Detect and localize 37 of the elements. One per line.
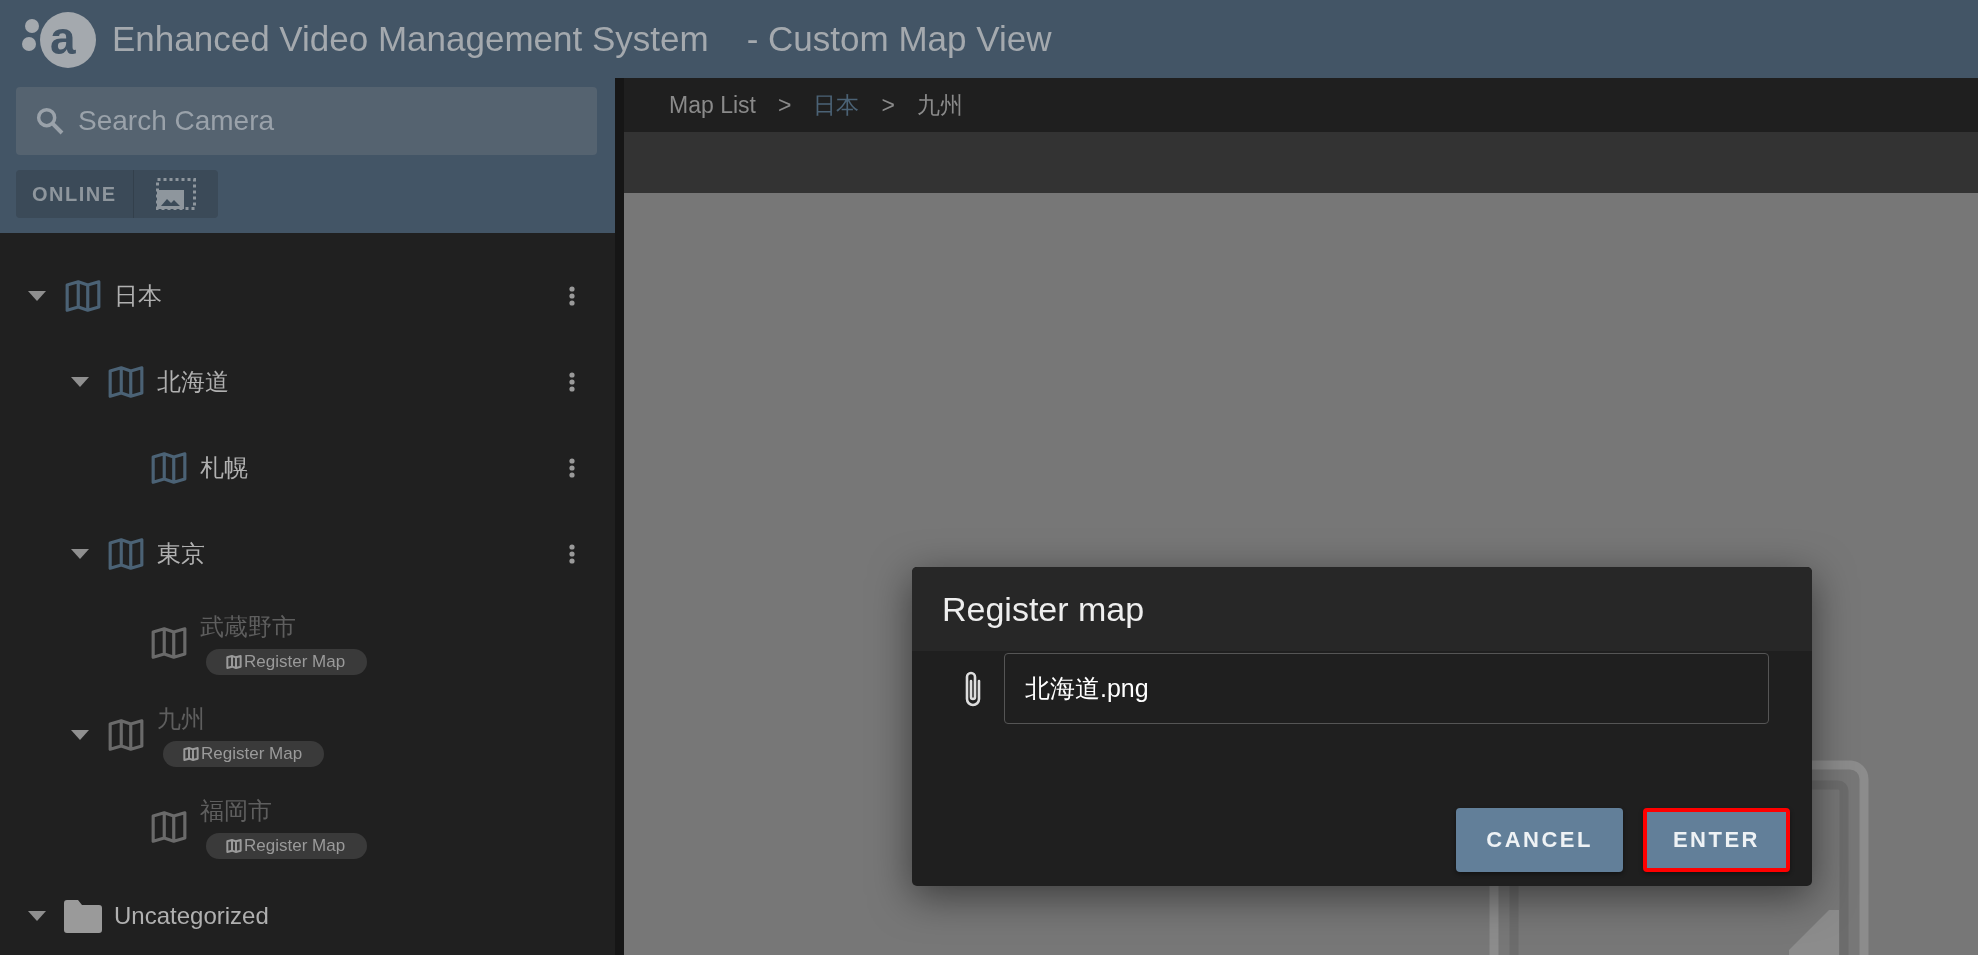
more-options-icon[interactable] <box>569 286 575 306</box>
page-subtitle: - Custom Map View <box>746 19 1052 59</box>
register-map-button[interactable]: Register Map <box>206 649 368 675</box>
breadcrumb-text: 九州 <box>916 90 963 120</box>
tree-item-label[interactable]: 東京 <box>157 538 205 570</box>
tree-item-label[interactable]: 札幌 <box>200 452 248 484</box>
caret-icon[interactable] <box>28 291 46 301</box>
caret-icon[interactable] <box>71 549 89 559</box>
more-options-icon[interactable] <box>569 458 575 478</box>
register-map-button[interactable]: Register Map <box>206 833 368 859</box>
tree-item-label[interactable]: 日本 <box>114 280 162 312</box>
breadcrumb-text: Map List <box>669 91 756 119</box>
tree-item-label[interactable]: 北海道 <box>157 366 229 398</box>
map-icon <box>183 746 199 762</box>
map-icon <box>226 654 242 670</box>
image-icon <box>155 178 196 210</box>
app-title: Enhanced Video Management System <box>112 19 709 59</box>
search-field[interactable]: Search Camera <box>16 87 597 155</box>
enter-button[interactable]: ENTER <box>1642 808 1790 872</box>
breadcrumb-text: > <box>881 91 895 119</box>
caret-icon[interactable] <box>28 911 46 921</box>
register-map-button[interactable]: Register Map <box>163 741 325 767</box>
tree-item-label[interactable]: 武蔵野市 <box>200 611 296 643</box>
tree-item-label[interactable]: Uncategorized <box>114 902 269 930</box>
breadcrumb-link[interactable]: 日本 <box>813 89 860 121</box>
search-icon <box>34 105 66 137</box>
more-options-icon[interactable] <box>569 372 575 392</box>
cancel-button[interactable]: CANCEL <box>1456 808 1623 872</box>
dialog-title: Register map <box>942 589 1145 629</box>
more-options-icon[interactable] <box>569 544 575 564</box>
breadcrumb-text: > <box>777 91 792 119</box>
tree-item-label[interactable]: 九州 <box>157 703 205 735</box>
tree-item-label[interactable]: 福岡市 <box>200 795 272 827</box>
caret-icon[interactable] <box>71 377 89 387</box>
map-icon <box>226 838 242 854</box>
caret-icon[interactable] <box>71 730 89 740</box>
file-name-field[interactable]: 北海道.png <box>1004 653 1769 724</box>
